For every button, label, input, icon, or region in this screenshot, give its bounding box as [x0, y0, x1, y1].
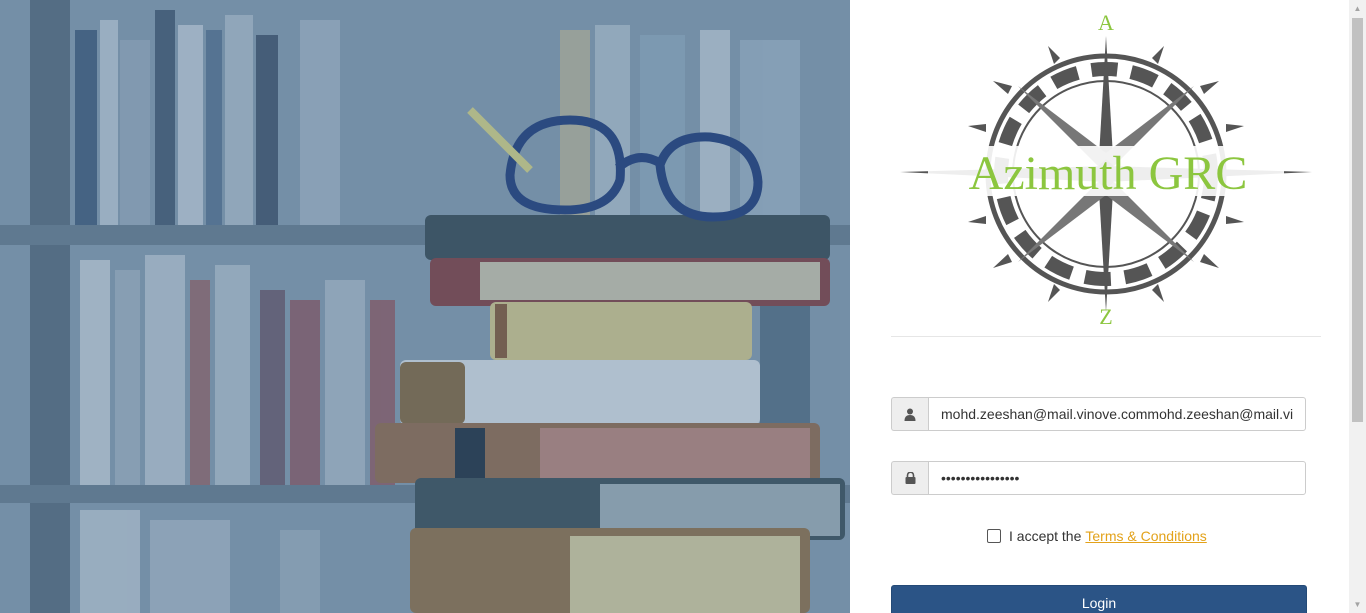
password-input-group — [891, 461, 1306, 495]
terms-row: I accept the Terms & Conditions — [987, 528, 1207, 544]
hero-overlay — [0, 0, 850, 613]
divider — [891, 336, 1321, 337]
terms-link[interactable]: Terms & Conditions — [1085, 528, 1206, 544]
email-field[interactable] — [928, 397, 1306, 431]
vertical-scrollbar[interactable]: ▲ ▼ — [1349, 0, 1366, 613]
terms-checkbox[interactable] — [987, 529, 1001, 543]
azimuth-grc-logo: A Z Azimuth GRC — [900, 10, 1312, 328]
login-button[interactable]: Login — [891, 585, 1307, 613]
login-panel: A Z Azimuth GRC I accept the Terms & Con… — [850, 0, 1349, 613]
scroll-thumb[interactable] — [1352, 18, 1363, 422]
user-icon — [891, 397, 928, 431]
logo-south: Z — [1099, 304, 1112, 328]
scroll-down-arrow-icon[interactable]: ▼ — [1349, 596, 1366, 613]
email-input-group — [891, 397, 1306, 431]
hero-image — [0, 0, 850, 613]
logo-brand: Azimuth GRC — [969, 147, 1248, 200]
logo-north: A — [1098, 10, 1114, 35]
lock-icon — [891, 461, 928, 495]
scroll-up-arrow-icon[interactable]: ▲ — [1349, 0, 1366, 17]
terms-prefix: I accept the — [1009, 528, 1082, 544]
password-field[interactable] — [928, 461, 1306, 495]
